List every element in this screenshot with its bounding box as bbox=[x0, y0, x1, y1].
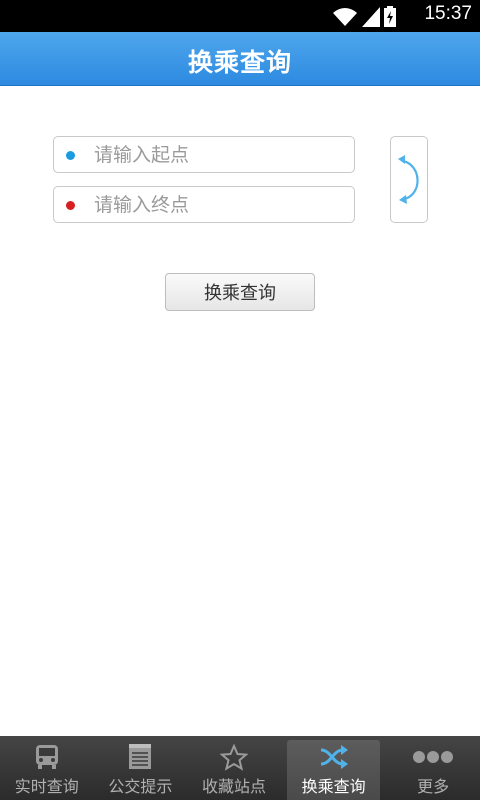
tab-bus-tips[interactable]: 公交提示 bbox=[94, 736, 188, 800]
tab-favorite-stops[interactable]: 收藏站点 bbox=[187, 736, 281, 800]
page-title: 换乘查询 bbox=[187, 48, 292, 77]
shuffle-icon bbox=[320, 745, 348, 769]
status-bar: 15:37 bbox=[0, 0, 480, 32]
transfer-search-button[interactable]: 换乘查询 bbox=[165, 273, 315, 311]
notepad-icon bbox=[129, 744, 152, 769]
signal-icon bbox=[362, 7, 380, 27]
clock: 15:37 bbox=[424, 3, 472, 24]
tab-label: 换乘查询 bbox=[301, 777, 366, 796]
more-dots-icon bbox=[413, 751, 454, 763]
tab-label: 实时查询 bbox=[14, 777, 79, 796]
tab-label: 收藏站点 bbox=[201, 777, 266, 796]
tab-transfer[interactable]: 换乘查询 bbox=[286, 740, 381, 800]
swap-button[interactable] bbox=[390, 136, 428, 223]
swap-arrows-icon bbox=[398, 155, 419, 204]
title-bar: 换乘查询 bbox=[0, 32, 480, 86]
bus-icon bbox=[35, 745, 58, 769]
status-icons bbox=[332, 5, 396, 27]
end-point-input[interactable] bbox=[94, 190, 344, 220]
star-icon bbox=[219, 744, 248, 771]
tab-label: 公交提示 bbox=[108, 777, 173, 796]
tab-realtime[interactable]: 实时查询 bbox=[0, 736, 94, 800]
bottom-tab-bar: 实时查询 公交提示 收藏站点 换乘查询 更多 bbox=[0, 736, 480, 800]
battery-icon bbox=[384, 6, 396, 27]
end-point-field[interactable] bbox=[53, 186, 355, 223]
end-dot-icon bbox=[66, 201, 75, 210]
tab-more[interactable]: 更多 bbox=[386, 736, 480, 800]
start-dot-icon bbox=[66, 151, 75, 160]
tab-label: 更多 bbox=[417, 777, 450, 796]
wifi-icon bbox=[333, 8, 357, 26]
start-point-field[interactable] bbox=[53, 136, 355, 173]
start-point-input[interactable] bbox=[94, 140, 344, 170]
